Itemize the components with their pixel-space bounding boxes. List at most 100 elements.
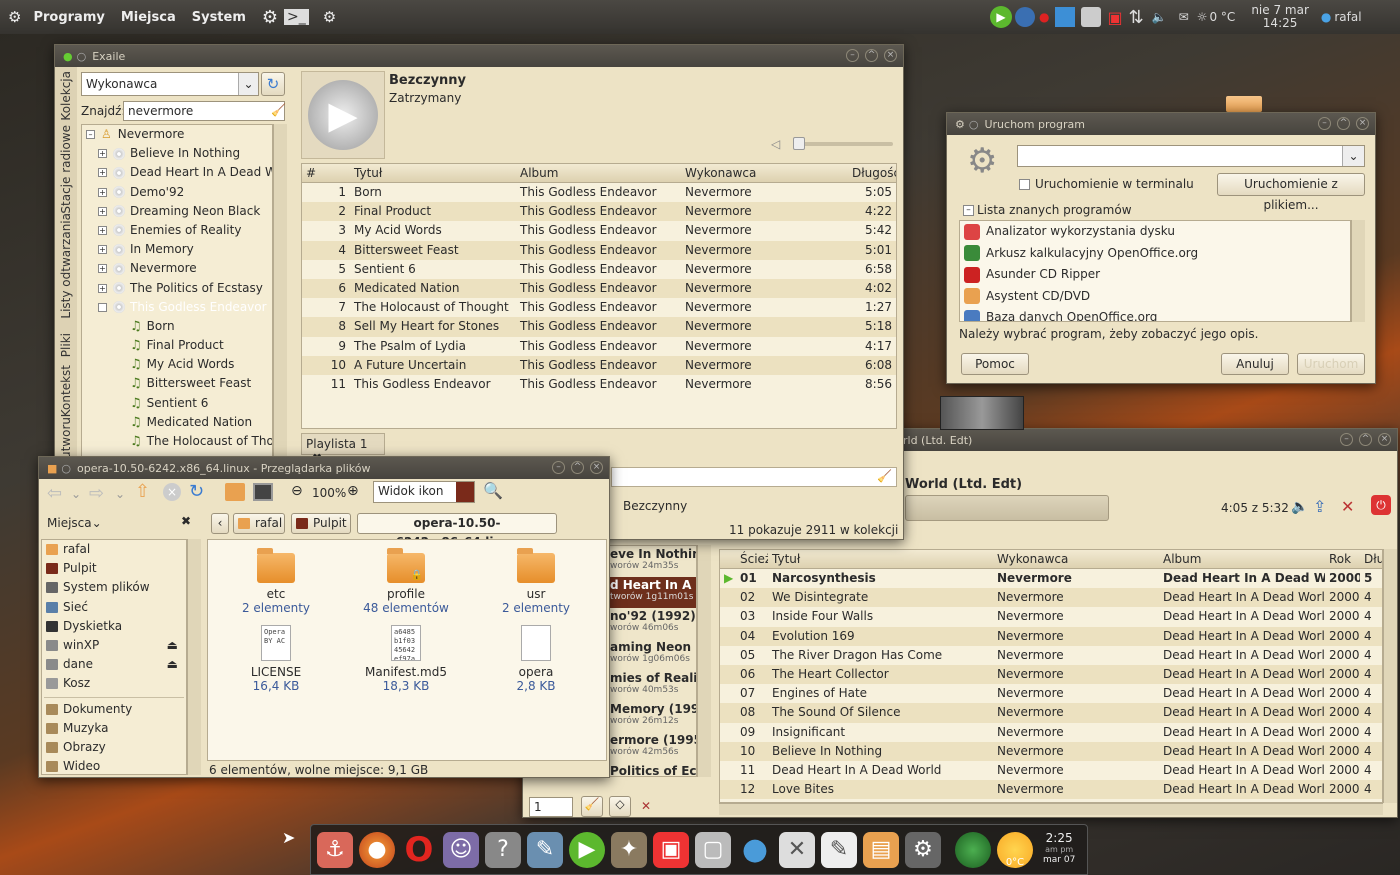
playlist-row[interactable]: 05 The River Dragon Has Come Nevermore Dead… [720, 646, 1382, 665]
program-item[interactable]: Baza danych OpenOffice.org [960, 307, 1350, 321]
playlist-row[interactable]: 06 The Heart Collector Nevermore Dead Heart… [720, 664, 1382, 685]
tree-album-row[interactable]: + Dead Heart In A Dead World [82, 163, 272, 182]
place-item[interactable]: Dyskietka [42, 617, 186, 636]
track-row[interactable]: 9 The Psalm of Lydia This Godless Endeavor… [302, 337, 896, 356]
expand-icon[interactable]: + [98, 187, 107, 197]
track-row[interactable]: 4 Bittersweet Feast This Godless Endeavor N… [302, 240, 896, 260]
zoom-in-icon[interactable]: ⊕ [347, 483, 359, 499]
tree-album-row[interactable]: + Nevermore [82, 259, 272, 278]
album-pane-item[interactable]: no'92 (1992) worów 46m06s [608, 608, 696, 639]
tree-artist-row[interactable]: – ♙ Nevermore [82, 125, 272, 144]
minimize-button[interactable]: – [1318, 117, 1331, 130]
tree-scrollbar[interactable] [273, 124, 287, 500]
run-button[interactable]: Uruchom [1297, 353, 1365, 375]
run-with-file-button[interactable]: Uruchomienie z plikiem... [1217, 173, 1365, 212]
tree-track-row[interactable]: ♫ Sentient 6 [82, 394, 272, 413]
pointer-tray-icon[interactable] [1055, 7, 1076, 27]
album-pane-item[interactable]: aming Neon Bworów 1g06m06s [608, 639, 696, 670]
col-number[interactable]: # [302, 164, 350, 182]
bookmark-item[interactable]: Obrazy [42, 738, 186, 757]
tree-album-row[interactable]: – This Godless Endeavor [82, 298, 272, 317]
playlist-row[interactable]: 01 Narcosynthesis Nevermore Dead Heart In A… [720, 569, 1382, 588]
tree-track-row[interactable]: ♫ Medicated Nation [82, 413, 272, 432]
firefox-dock-icon[interactable]: ● [359, 831, 395, 868]
search-icon[interactable]: 🔍 [483, 481, 503, 500]
crumb-home[interactable]: rafal [233, 513, 285, 534]
sort-select[interactable]: Wykonawca ⌄ [81, 72, 259, 96]
place-item[interactable]: Kosz [42, 674, 186, 693]
known-programs-toggle[interactable]: – [963, 205, 974, 216]
expand-icon[interactable]: + [98, 264, 107, 274]
tree-album-row[interactable]: + Believe In Nothing [82, 144, 272, 163]
tab-playlists[interactable]: Listy odtwarzania [59, 213, 73, 319]
places-list[interactable]: rafal Pulpit System plików Sieć Dyskietka win… [41, 539, 187, 775]
settings-dock-icon[interactable]: ✕ [779, 831, 815, 868]
run-dialog-titlebar[interactable]: ⚙ ○ Uruchom program – ^ × [947, 113, 1375, 135]
col-artist[interactable]: Wykonawca [681, 164, 848, 182]
volume-tray-icon[interactable]: 🔈 [1152, 10, 1167, 24]
tree-album-row[interactable]: + In Memory [82, 240, 272, 259]
expand-icon[interactable]: + [98, 225, 107, 235]
menu-places[interactable]: Miejsca [117, 10, 180, 25]
places-label[interactable]: Miejsca⌄ [47, 516, 102, 530]
playlist-row[interactable]: 03 Inside Four Walls Nevermore Dead Heart I… [720, 607, 1382, 626]
tree-track-row[interactable]: ♫ My Acid Words [82, 355, 272, 374]
playlist-row[interactable]: 07 Engines of Hate Nevermore Dead Heart In … [720, 684, 1382, 703]
expand-icon[interactable]: + [98, 283, 107, 293]
cover-placeholder[interactable]: ▶ [301, 71, 385, 159]
col-length[interactable]: Dłu [1360, 550, 1382, 568]
programs-list[interactable]: Analizator wykorzystania dysku Arkusz kal… [959, 220, 1351, 322]
tree-track-row[interactable]: ♫ Final Product [82, 336, 272, 355]
clear-find-icon[interactable]: 🧹 [271, 103, 286, 117]
drop-dock-icon[interactable]: ● [737, 832, 773, 868]
help-dock-icon[interactable]: ? [485, 831, 521, 868]
programs-scrollbar[interactable] [1351, 220, 1365, 322]
track-row[interactable]: 6 Medicated Nation This Godless Endeavor Ne… [302, 278, 896, 299]
weather-dock-icon[interactable]: 0°C [997, 831, 1033, 868]
place-item[interactable]: Sieć [42, 598, 186, 617]
file-manager-titlebar[interactable]: ■ ○ opera-10.50-6242.x86_64.linux - Prze… [39, 457, 609, 479]
bookmark-item[interactable]: Wideo [42, 757, 186, 774]
expand-icon[interactable]: + [98, 149, 107, 159]
place-item[interactable]: winXP ⏏ [42, 636, 186, 655]
clock[interactable]: nie 7 mar 14:25 [1251, 4, 1309, 30]
find-input[interactable]: nevermore [123, 101, 285, 121]
expand-icon[interactable]: + [98, 206, 107, 216]
program-item[interactable]: Analizator wykorzystania dysku [960, 221, 1350, 243]
col-artist[interactable]: Wykonawca [993, 550, 1159, 568]
bookmark-item[interactable]: Muzyka [42, 719, 186, 738]
file-item[interactable]: usr 2 elementy [491, 548, 581, 615]
file-item[interactable]: opera 2,8 KB [491, 625, 581, 693]
playlist-scrollbar[interactable] [1383, 549, 1397, 803]
computer-icon[interactable] [253, 483, 273, 501]
file-item[interactable]: a6485 b1f03 45642 ef97a Manifest.md5 18,3 … [361, 625, 451, 693]
weather-tray-icon[interactable]: ☼ [1197, 10, 1208, 24]
col-title[interactable]: Tytuł [768, 550, 993, 568]
places-scrollbar[interactable] [187, 539, 201, 775]
command-input[interactable]: ⌄ [1017, 145, 1365, 167]
tab-radio[interactable]: Stacje radiowe [59, 125, 73, 214]
collection-tree[interactable]: – ♙ Nevermore + Believe In Nothing + Dead Hea… [81, 124, 273, 500]
weather-temp[interactable]: 0 °C [1209, 10, 1235, 24]
expand-icon[interactable]: + [98, 245, 107, 255]
dock-clock[interactable]: 2:25 am pm mar 07 [1043, 832, 1075, 866]
crumb-desktop[interactable]: Pulpit [291, 513, 351, 534]
up-arrow-icon[interactable]: ⇧ [135, 481, 150, 502]
seek-bar[interactable] [905, 495, 1109, 521]
col-title[interactable]: Tytuł [350, 164, 516, 182]
playlist-filter-input[interactable]: 🧹 [611, 467, 897, 487]
file-item[interactable]: Opera BY AC LICENSE 16,4 KB [231, 625, 321, 693]
pin-icon[interactable]: ○ [77, 50, 87, 63]
menu-system[interactable]: System [188, 10, 250, 25]
col-track[interactable]: Ścież [720, 550, 768, 568]
minimize-button[interactable]: – [552, 461, 565, 474]
desktop-dock-icon[interactable]: ⚙ [905, 831, 941, 868]
tv-tray-icon[interactable]: ▣ [1107, 8, 1122, 27]
volume-slider[interactable] [793, 137, 893, 150]
album-pane-item[interactable]: eve In Nothin worów 24m35s [608, 546, 696, 577]
close-sidebar-icon[interactable]: ✖ [181, 514, 191, 528]
track-row[interactable]: 10 A Future Uncertain This Godless Endeavo… [302, 355, 896, 375]
expand-icon[interactable]: + [98, 168, 107, 178]
gears-launcher-icon[interactable]: ⚙ [262, 7, 278, 28]
clear-filter-icon[interactable]: 🧹 [877, 469, 892, 483]
